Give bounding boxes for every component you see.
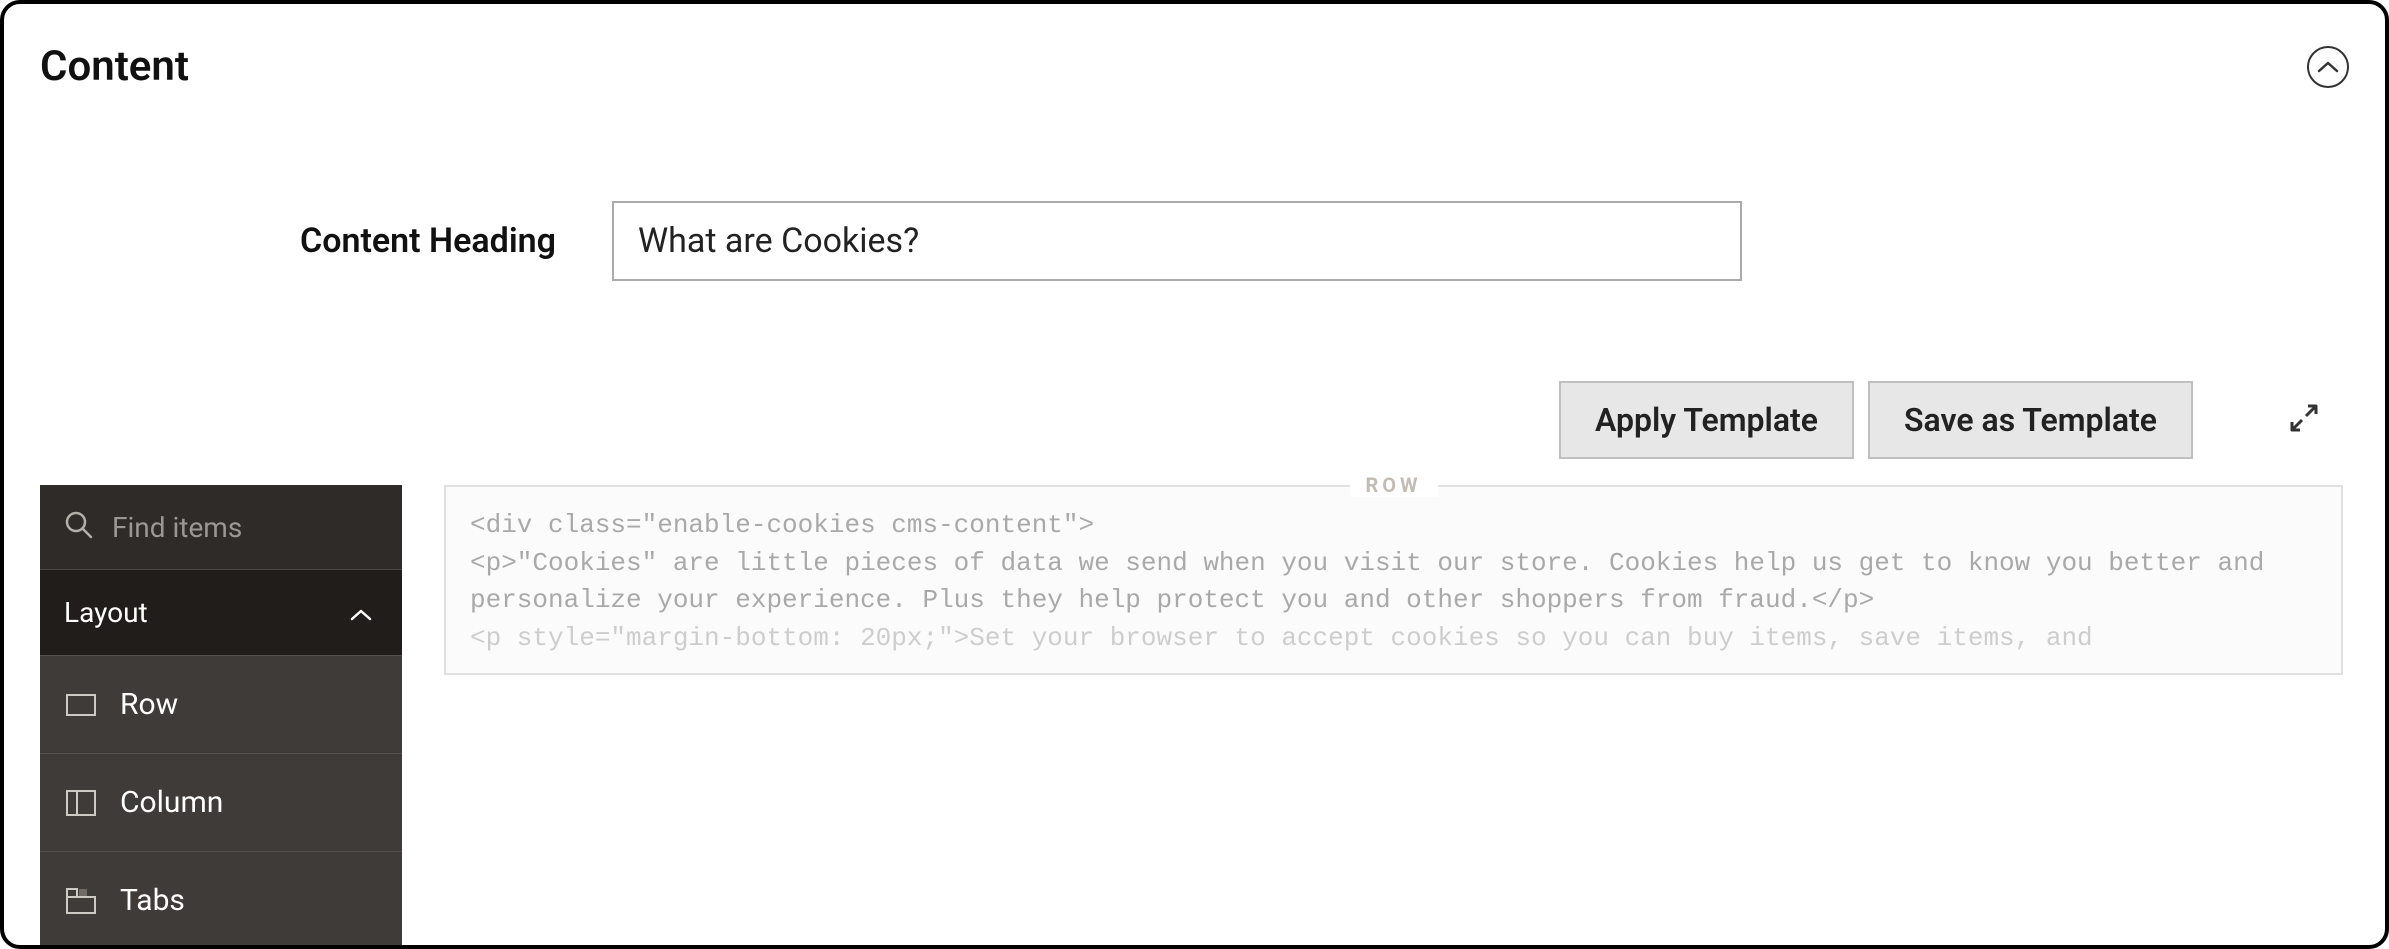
sidebar-item-column[interactable]: Column [40, 753, 402, 851]
sidebar-group-label: Layout [64, 596, 148, 629]
sidebar-item-row[interactable]: Row [40, 655, 402, 753]
sidebar-search-input[interactable] [112, 511, 378, 544]
column-icon [64, 790, 98, 816]
builder-toolbar: Apply Template Save as Template [40, 381, 2349, 459]
sidebar-item-label: Column [120, 785, 223, 820]
sidebar-item-label: Row [120, 687, 178, 722]
page-builder: Layout Row Column [40, 485, 2349, 949]
apply-template-button[interactable]: Apply Template [1559, 381, 1854, 459]
sidebar-item-label: Tabs [120, 883, 185, 918]
chevron-up-icon [350, 596, 372, 629]
components-sidebar: Layout Row Column [40, 485, 402, 949]
html-code-preview: <div class="enable-cookies cms-content">… [470, 507, 2317, 657]
sidebar-search [40, 485, 402, 569]
collapse-toggle[interactable] [2307, 46, 2349, 88]
content-heading-row: Content Heading [300, 201, 2349, 281]
expand-icon [2288, 402, 2320, 438]
fullscreen-button[interactable] [2269, 385, 2339, 455]
content-heading-input[interactable] [612, 201, 1742, 281]
canvas-row-label: ROW [1349, 473, 1437, 497]
content-section: Content Content Heading Apply Template S… [0, 0, 2389, 949]
chevron-up-icon [2317, 60, 2339, 74]
builder-canvas[interactable]: ROW <div class="enable-cookies cms-conte… [444, 485, 2349, 675]
content-heading-label: Content Heading [300, 221, 556, 261]
sidebar-item-tabs[interactable]: Tabs [40, 851, 402, 949]
canvas-row-block[interactable]: ROW <div class="enable-cookies cms-conte… [444, 485, 2343, 675]
section-title: Content [40, 42, 189, 91]
row-icon [64, 694, 98, 716]
sidebar-group-layout[interactable]: Layout [40, 569, 402, 655]
tabs-icon [64, 888, 98, 914]
section-header: Content [40, 42, 2349, 91]
save-as-template-button[interactable]: Save as Template [1868, 381, 2193, 459]
search-icon [64, 510, 94, 544]
